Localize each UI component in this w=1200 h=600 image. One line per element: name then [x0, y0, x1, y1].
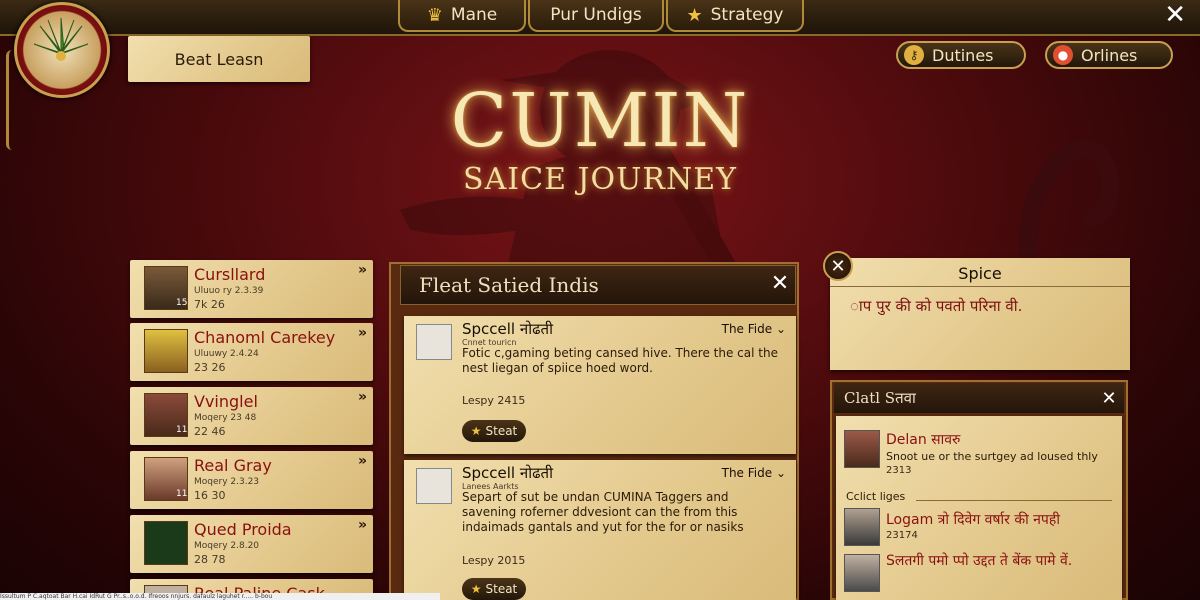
online-button[interactable]: ● Orlines — [1045, 41, 1173, 69]
window-close-button[interactable]: ✕ — [1164, 0, 1186, 30]
chat-avatar — [844, 508, 880, 546]
tab-pur-undigs-label: Pur Undigs — [550, 5, 642, 25]
feed-close-button[interactable]: ✕ — [766, 268, 794, 298]
player-avatar — [144, 329, 188, 373]
chat-sender: Logam त्रो दिवेग वर्षार की नपही — [886, 512, 1060, 528]
avatar-icon: ● — [1053, 45, 1073, 65]
player-detail: Uluuo ry 2.3.39 — [194, 286, 264, 296]
player-detail: Moqery 23 48 — [194, 413, 257, 423]
player-name: Chanoml Carekey — [194, 328, 336, 347]
player-name: Qued Proida — [194, 520, 292, 539]
chevron-right-icon[interactable]: » — [358, 517, 367, 533]
player-name: Real Gray — [194, 456, 272, 475]
chevron-right-icon[interactable]: » — [358, 389, 367, 405]
chat-avatar — [844, 554, 880, 592]
beat-leasn-button[interactable]: Beat Leasn — [128, 36, 310, 82]
spice-close-button[interactable]: ✕ — [823, 251, 853, 281]
post-date: Lespy 2415 — [462, 394, 526, 407]
chat-time: 2313 — [886, 465, 912, 476]
chat-body: Delan सावरु Snoot ue or the surtgey ad l… — [836, 416, 1122, 600]
tab-strategy-label: Strategy — [710, 5, 784, 25]
player-detail: Moqery 2.3.23 — [194, 477, 260, 487]
star-icon: ★ — [470, 582, 482, 596]
post-tag-label: The Fide — [721, 322, 773, 336]
chat-time: 23174 — [886, 530, 918, 541]
spice-divider — [830, 286, 1130, 287]
feed-post: Spccell नोढती Lanees Aarkts The Fide ⌄ S… — [404, 460, 796, 600]
tab-strategy[interactable]: ★ Strategy — [666, 0, 804, 32]
chat-title: Clatl Sतवा — [834, 383, 1124, 413]
tab-mane-label: Mane — [450, 5, 498, 25]
player-detail: Moqery 2.8.20 — [194, 541, 260, 551]
game-subtitle: SAICE JOURNEY — [463, 162, 737, 197]
duties-button[interactable]: ⚷ Dutines — [896, 41, 1026, 69]
status-bar: Issultum P C.aqtoat Bar H.cai IdRut G Pr… — [0, 593, 440, 600]
player-card[interactable]: Chanoml Carekey Uluuwy 2.4.24 23 26 » — [130, 323, 373, 381]
post-avatar — [416, 468, 452, 504]
post-avatar — [416, 324, 452, 360]
player-badge: 11 — [176, 425, 188, 435]
post-tag-dropdown[interactable]: The Fide ⌄ — [722, 466, 786, 480]
tab-pur-undigs[interactable]: Pur Undigs — [528, 0, 664, 32]
chevron-right-icon[interactable]: » — [358, 262, 367, 278]
player-time: 23 26 — [194, 361, 226, 374]
player-avatar — [144, 521, 188, 565]
start-button[interactable]: ★ Steat — [462, 578, 526, 600]
player-badge: 15 — [176, 298, 188, 308]
post-author: Spccell नोढती — [462, 464, 553, 482]
online-label: Orlines — [1081, 45, 1138, 65]
player-card[interactable]: 11 Vvinglel Moqery 23 48 22 46 » — [130, 387, 373, 445]
player-card[interactable]: 11 Real Gray Moqery 2.3.23 16 30 » — [130, 451, 373, 509]
chat-sender: Sलतगी पमो प्पो उद्दत ते बेंक पामे वें. — [886, 553, 1073, 569]
start-button-label: Steat — [485, 424, 518, 438]
chat-close-button[interactable]: ✕ — [1096, 383, 1122, 413]
player-time: 16 30 — [194, 489, 226, 502]
chevron-down-icon: ⌄ — [775, 322, 786, 336]
spice-title: Spice — [958, 264, 1002, 283]
start-button[interactable]: ★ Steat — [462, 420, 526, 442]
spice-text: ाप पुर की को पवतो परिना वी. — [850, 297, 1023, 315]
tab-mane[interactable]: ♛ Mane — [398, 0, 526, 32]
post-tag-label: The Fide — [721, 466, 773, 480]
post-body: Fotic c,gaming beting cansed hive. There… — [462, 346, 778, 375]
chevron-right-icon[interactable]: » — [358, 325, 367, 341]
feed-panel-title: Fleat Satied Indis — [400, 265, 796, 305]
player-name: Vvinglel — [194, 392, 258, 411]
post-date: Lespy 2015 — [462, 554, 526, 567]
chevron-right-icon[interactable]: » — [358, 453, 367, 469]
chat-message: Snoot ue or the surtgey ad loused thly — [886, 450, 1098, 463]
chat-sender: Delan सावरु — [886, 432, 961, 448]
player-detail: Uluuwy 2.4.24 — [194, 349, 259, 359]
player-time: 28 78 — [194, 553, 226, 566]
post-tag-dropdown[interactable]: The Fide ⌄ — [722, 322, 786, 336]
key-icon: ⚷ — [904, 45, 924, 65]
start-button-label: Steat — [485, 582, 518, 596]
player-name: Cursllard — [194, 265, 266, 284]
post-body: Separt of sut be undan CUMINA Taggers an… — [462, 490, 744, 534]
spice-panel: Spice ाप पुर की को पवतो परिना वी. — [830, 258, 1130, 370]
star-icon: ★ — [686, 4, 703, 26]
chat-divider — [916, 500, 1112, 501]
player-time: 22 46 — [194, 425, 226, 438]
post-author: Spccell नोढती — [462, 320, 553, 338]
cumin-plant-icon — [33, 17, 89, 61]
game-title: CUMIN — [450, 78, 750, 164]
player-badge: 11 — [176, 489, 188, 499]
star-icon: ★ — [470, 424, 482, 438]
chat-section-label: Cclict liges — [846, 490, 906, 503]
player-card[interactable]: 15 Cursllard Uluuo ry 2.3.39 7k 26 » — [130, 260, 373, 318]
crown-icon: ♛ — [426, 4, 443, 26]
duties-label: Dutines — [932, 45, 994, 65]
chevron-down-icon: ⌄ — [775, 466, 786, 480]
player-time: 7k 26 — [194, 298, 225, 311]
beat-leasn-label: Beat Leasn — [174, 49, 264, 69]
player-card[interactable]: Qued Proida Moqery 2.8.20 28 78 » — [130, 515, 373, 573]
chat-avatar — [844, 430, 880, 468]
feed-post: Spccell नोढती Cnnet touricn The Fide ⌄ F… — [404, 316, 796, 454]
